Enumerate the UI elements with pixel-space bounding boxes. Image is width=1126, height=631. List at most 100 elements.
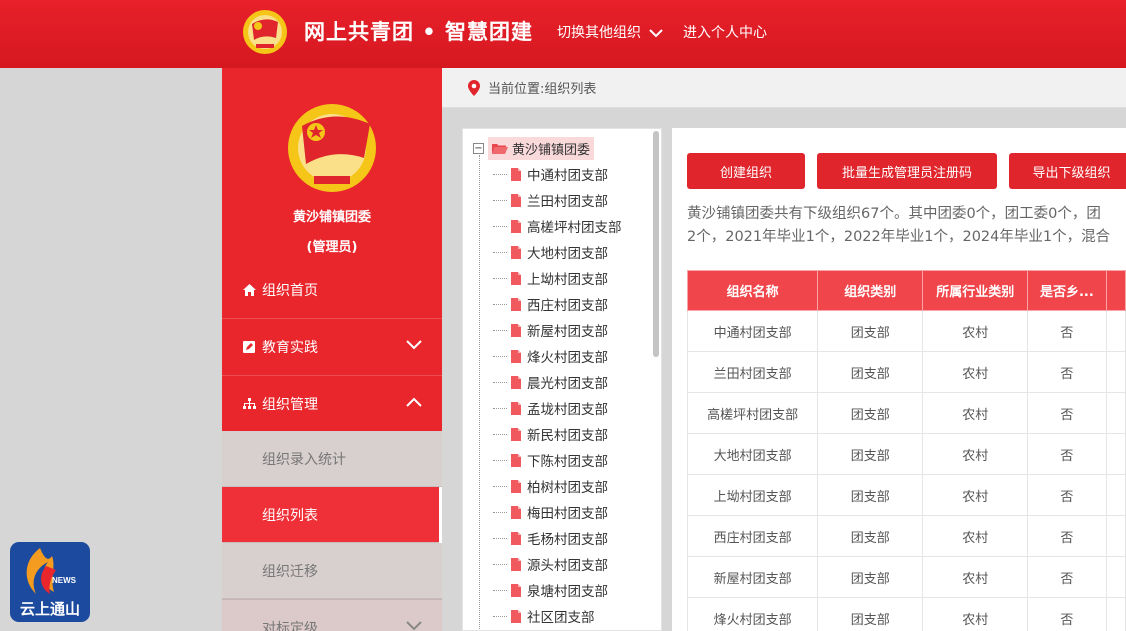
tree-connector [493,303,507,305]
tree-connector [493,251,507,253]
tree-node-label: 中通村团支部 [527,168,608,184]
export-sub-orgs-button[interactable]: 导出下级组织 [1009,153,1126,189]
table-cell: 高槎坪村团支部 [686,392,819,434]
sidebar-subitem-org-list[interactable]: 组织列表 [222,487,442,543]
file-icon [511,557,521,571]
youth-league-emblem-icon [243,10,287,54]
table-cell: 农村 [922,515,1029,557]
table-cell: 上坳村团支部 [686,474,819,516]
tree-node-label: 兰田村团支部 [527,194,608,210]
table-cell-overflow [1105,474,1126,516]
sidebar-item-org-home[interactable]: 组织首页 [222,261,442,318]
sidebar-subitem-org-migration[interactable]: 组织迁移 [222,543,442,599]
tree-node[interactable]: 西庄村团支部 [493,291,608,317]
table-cell: 否 [1027,351,1107,393]
tree-root-label-wrap[interactable]: 黄沙铺镇团委 [488,137,595,160]
table-cell: 大地村团支部 [686,433,819,475]
table-row[interactable]: 新屋村团支部 团支部 农村否 [686,556,1126,598]
breadcrumb: 当前位置:组织列表 [442,68,1126,108]
tree-node[interactable]: 泉塘村团支部 [493,577,608,603]
tree-node[interactable]: 下陈村团支部 [493,447,608,473]
tree-node[interactable]: 大地村团支部 [493,239,608,265]
tree-node[interactable]: 高槎坪村团支部 [493,213,622,239]
tree-node-label: 社区团支部 [527,610,595,626]
tree-node[interactable]: 梅田村团支部 [493,499,608,525]
table-row[interactable]: 大地村团支部 团支部 农村否 [686,433,1126,475]
tree-scrollbar[interactable] [653,131,659,357]
tree-node[interactable]: 源头村团支部 [493,551,608,577]
sidebar-subitem-org-stats[interactable]: 组织录入统计 [222,431,442,487]
table-row[interactable]: 上坳村团支部 团支部 农村否 [686,474,1126,516]
tree-node[interactable]: 上坳村团支部 [493,265,608,291]
tree-node-label: 晨光村团支部 [527,376,608,392]
tree-node[interactable]: 烽火村团支部 [493,343,608,369]
tree-connector [493,199,507,201]
sidebar-subitem-label: 组织录入统计 [262,451,346,468]
sidebar-item-label: 组织管理 [262,397,318,413]
tree-node-label: 大地村团支部 [527,246,608,262]
yunshang-tongshan-logo: NEWS 云上通山 [10,542,90,622]
tree-node[interactable]: 孟垅村团支部 [493,395,608,421]
sidebar-item-label: 组织首页 [262,282,318,299]
sidebar-org-name: 黄沙铺镇团委 [292,210,371,225]
table-cell: 否 [1027,515,1107,557]
tree-node-label: 源头村团支部 [527,558,608,574]
table-cell-overflow [1105,310,1126,352]
tree-connector [493,563,507,565]
home-icon [242,283,256,297]
tree-node[interactable]: 新屋村团支部 [493,317,608,343]
tree-node[interactable]: 中通村团支部 [493,161,608,187]
table-cell-overflow [1105,515,1126,557]
org-summary: 黄沙铺镇团委共有下级组织67个。其中团委0个，团工委0个，团 2个，2021年毕… [687,203,1126,249]
tree-root-node[interactable]: − 黄沙铺镇团委 [473,137,595,160]
top-header: 网上共青团 • 智慧团建 切换其他组织 进入个人中心 [0,0,1126,68]
column-header[interactable]: 组织名称 [686,270,819,311]
site-title: 网上共青团 • 智慧团建 [304,20,534,44]
table-row[interactable]: 高槎坪村团支部 团支部 农村否 [686,392,1126,434]
table-cell: 否 [1027,597,1107,631]
tree-connector [493,277,507,279]
tree-node[interactable]: 新民村团支部 [493,421,608,447]
personal-center-link[interactable]: 进入个人中心 [683,22,767,42]
location-pin-icon [468,79,480,96]
tree-node[interactable]: 柏树村团支部 [493,473,608,499]
table-cell: 团支部 [817,392,924,434]
watermark-news: NEWS [52,576,76,585]
file-icon [511,245,521,259]
table-row[interactable]: 兰田村团支部 团支部 农村否 [686,351,1126,393]
table-row[interactable]: 烽火村团支部 团支部 农村否 [686,597,1126,631]
column-header[interactable]: 组织类别 [817,270,924,311]
tree-connector [493,407,507,409]
tree-node[interactable]: 兰田村团支部 [493,187,608,213]
file-icon [511,453,521,467]
table-cell: 农村 [922,310,1029,352]
table-cell-overflow [1105,556,1126,598]
tree-node-label: 新屋村团支部 [527,324,608,340]
table-row[interactable]: 西庄村团支部 团支部 农村否 [686,515,1126,557]
tree-connector [493,225,507,227]
tree-node[interactable]: 晨光村团支部 [493,369,608,395]
table-cell: 新屋村团支部 [686,556,819,598]
create-org-button[interactable]: 创建组织 [687,153,805,189]
sidebar-item-org-management[interactable]: 组织管理 [222,375,442,432]
tree-node-label: 梅田村团支部 [527,506,608,522]
sidebar-item-education[interactable]: 教育实践 [222,318,442,375]
file-icon [511,479,521,493]
table-cell: 农村 [922,556,1029,598]
table-cell: 烽火村团支部 [686,597,819,631]
table-cell-overflow [1105,351,1126,393]
sidebar: 黄沙铺镇团委 (管理员) 组织首页 教育实践 组织管理 组织录入统计 组织列表 … [222,68,442,631]
tree-node[interactable]: 毛杨村团支部 [493,525,608,551]
table-cell: 农村 [922,597,1029,631]
column-header[interactable]: 是否乡... [1027,270,1107,311]
sidebar-role: (管理员) [306,240,358,255]
batch-register-code-button[interactable]: 批量生成管理员注册码 [817,153,997,189]
switch-org-menu[interactable]: 切换其他组织 [557,22,664,42]
tree-connector [493,589,507,591]
file-icon [511,505,521,519]
collapse-icon[interactable]: − [473,143,484,154]
sidebar-item-benchmark[interactable]: 对标定级 [222,599,442,631]
tree-node[interactable]: 社区团支部 [493,603,595,629]
column-header[interactable]: 所属行业类别 [922,270,1029,311]
table-row[interactable]: 中通村团支部 团支部 农村否 [686,310,1126,352]
